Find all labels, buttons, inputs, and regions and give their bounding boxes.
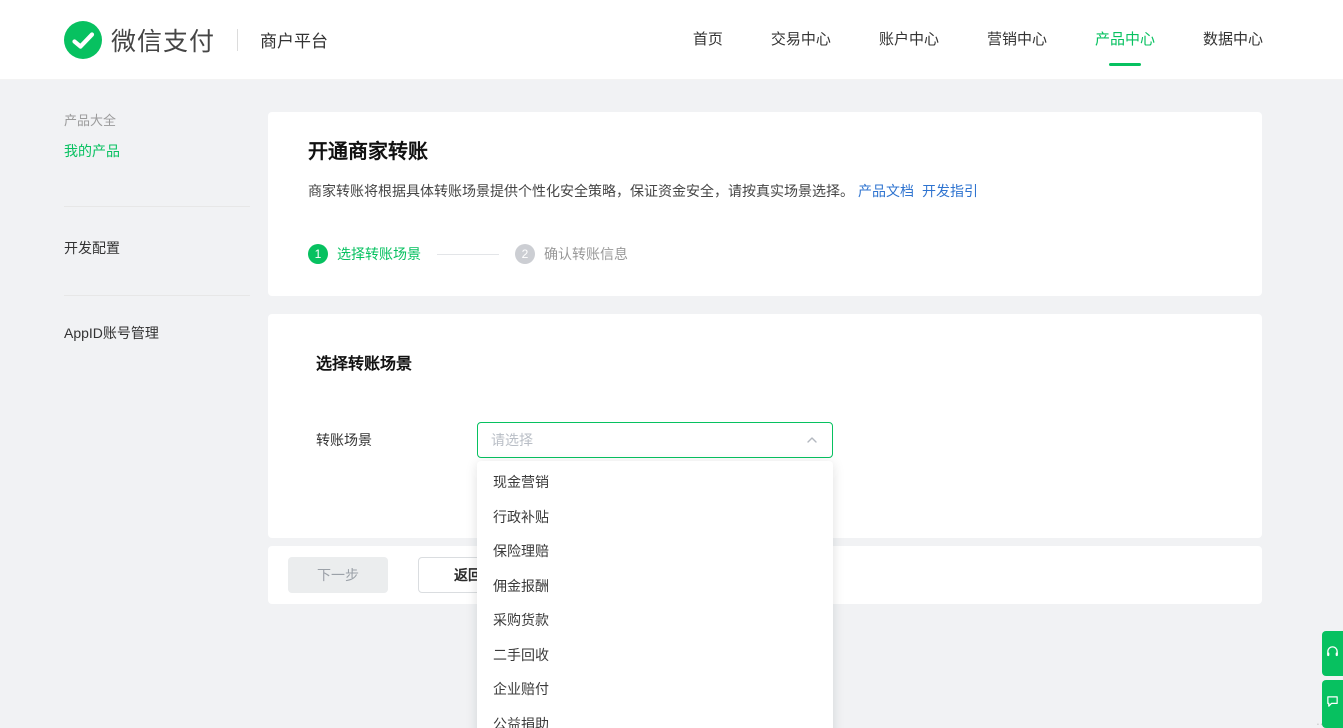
scene-select-wrap: 请选择 现金营销 行政补贴 保险理赔 佣金报酬 采购货款 二手回收 (477, 422, 833, 458)
sidebar: 产品大全 我的产品 开发配置 AppID账号管理 (64, 112, 268, 604)
scene-form-row: 转账场景 请选择 现金营销 行政补贴 保险理赔 佣 (316, 422, 1214, 458)
intro-description: 商家转账将根据具体转账场景提供个性化安全策略，保证资金安全，请按真实场景选择。产… (308, 180, 1222, 202)
next-step-button[interactable]: 下一步 (288, 557, 388, 593)
step-connector-line (437, 254, 499, 255)
page-body: 产品大全 我的产品 开发配置 AppID账号管理 开通商家转账 商家转账将根据具… (0, 80, 1343, 604)
logo-text: 微信支付 (111, 22, 215, 58)
step-1-circle: 1 (308, 244, 328, 264)
intro-description-text: 商家转账将根据具体转账场景提供个性化安全策略，保证资金安全，请按真实场景选择。 (308, 183, 854, 199)
dropdown-option-procurement[interactable]: 采购货款 (477, 603, 833, 638)
dropdown-option-admin-subsidy[interactable]: 行政补贴 (477, 500, 833, 535)
scene-select[interactable]: 请选择 (477, 422, 833, 458)
logo-area: 微信支付 商户平台 (64, 21, 328, 59)
nav-item-home[interactable]: 首页 (693, 0, 723, 80)
sidebar-item-appid-management[interactable]: AppID账号管理 (64, 324, 268, 342)
nav-item-product-center[interactable]: 产品中心 (1095, 0, 1155, 80)
section-title: 选择转账场景 (316, 354, 1214, 376)
dev-guide-link[interactable]: 开发指引 (922, 183, 978, 199)
customer-service-widget[interactable] (1322, 631, 1343, 676)
scene-dropdown: 现金营销 行政补贴 保险理赔 佣金报酬 采购货款 二手回收 企业赔付 公益捐助 (477, 461, 833, 728)
nav-item-trade-center[interactable]: 交易中心 (771, 0, 831, 80)
nav-item-data-center[interactable]: 数据中心 (1203, 0, 1263, 80)
step-indicator: 1 选择转账场景 2 确认转账信息 (308, 244, 1222, 264)
wechat-pay-logo-icon (64, 21, 102, 59)
nav-item-account-center[interactable]: 账户中心 (879, 0, 939, 80)
dropdown-option-insurance-claim[interactable]: 保险理赔 (477, 534, 833, 569)
top-header: 微信支付 商户平台 首页 交易中心 账户中心 营销中心 产品中心 数据中心 (0, 0, 1343, 80)
step-2-circle: 2 (515, 244, 535, 264)
scene-field-label: 转账场景 (316, 422, 477, 458)
product-doc-link[interactable]: 产品文档 (858, 183, 914, 199)
platform-title: 商户平台 (260, 27, 328, 52)
main-nav: 首页 交易中心 账户中心 营销中心 产品中心 数据中心 (693, 0, 1263, 80)
nav-item-marketing-center[interactable]: 营销中心 (987, 0, 1047, 80)
scene-form-card: 选择转账场景 转账场景 请选择 现金营销 行政补贴 (268, 314, 1262, 538)
dropdown-option-cash-marketing[interactable]: 现金营销 (477, 465, 833, 500)
dropdown-option-charity[interactable]: 公益捐助 (477, 707, 833, 728)
feedback-widget[interactable] (1322, 680, 1343, 728)
sidebar-item-my-products[interactable]: 我的产品 (64, 142, 268, 160)
chevron-up-icon (805, 433, 819, 447)
floating-widgets (1322, 631, 1343, 728)
main-content: 开通商家转账 商家转账将根据具体转账场景提供个性化安全策略，保证资金安全，请按真… (268, 112, 1262, 604)
sidebar-item-product-catalog[interactable]: 产品大全 (64, 112, 268, 130)
step-1-label: 选择转账场景 (337, 244, 421, 264)
sidebar-divider (64, 295, 250, 296)
chat-bubble-icon (1326, 695, 1339, 713)
sidebar-item-dev-config[interactable]: 开发配置 (64, 239, 268, 257)
select-placeholder: 请选择 (491, 430, 533, 450)
intro-card: 开通商家转账 商家转账将根据具体转账场景提供个性化安全策略，保证资金安全，请按真… (268, 112, 1262, 296)
headset-icon (1326, 645, 1339, 663)
dropdown-option-secondhand-recycle[interactable]: 二手回收 (477, 638, 833, 673)
header-divider (237, 29, 238, 51)
dropdown-option-commission[interactable]: 佣金报酬 (477, 569, 833, 604)
dropdown-option-enterprise-compensation[interactable]: 企业赔付 (477, 672, 833, 707)
step-2-label: 确认转账信息 (544, 244, 628, 264)
sidebar-divider (64, 206, 250, 207)
page-title: 开通商家转账 (308, 138, 1222, 166)
